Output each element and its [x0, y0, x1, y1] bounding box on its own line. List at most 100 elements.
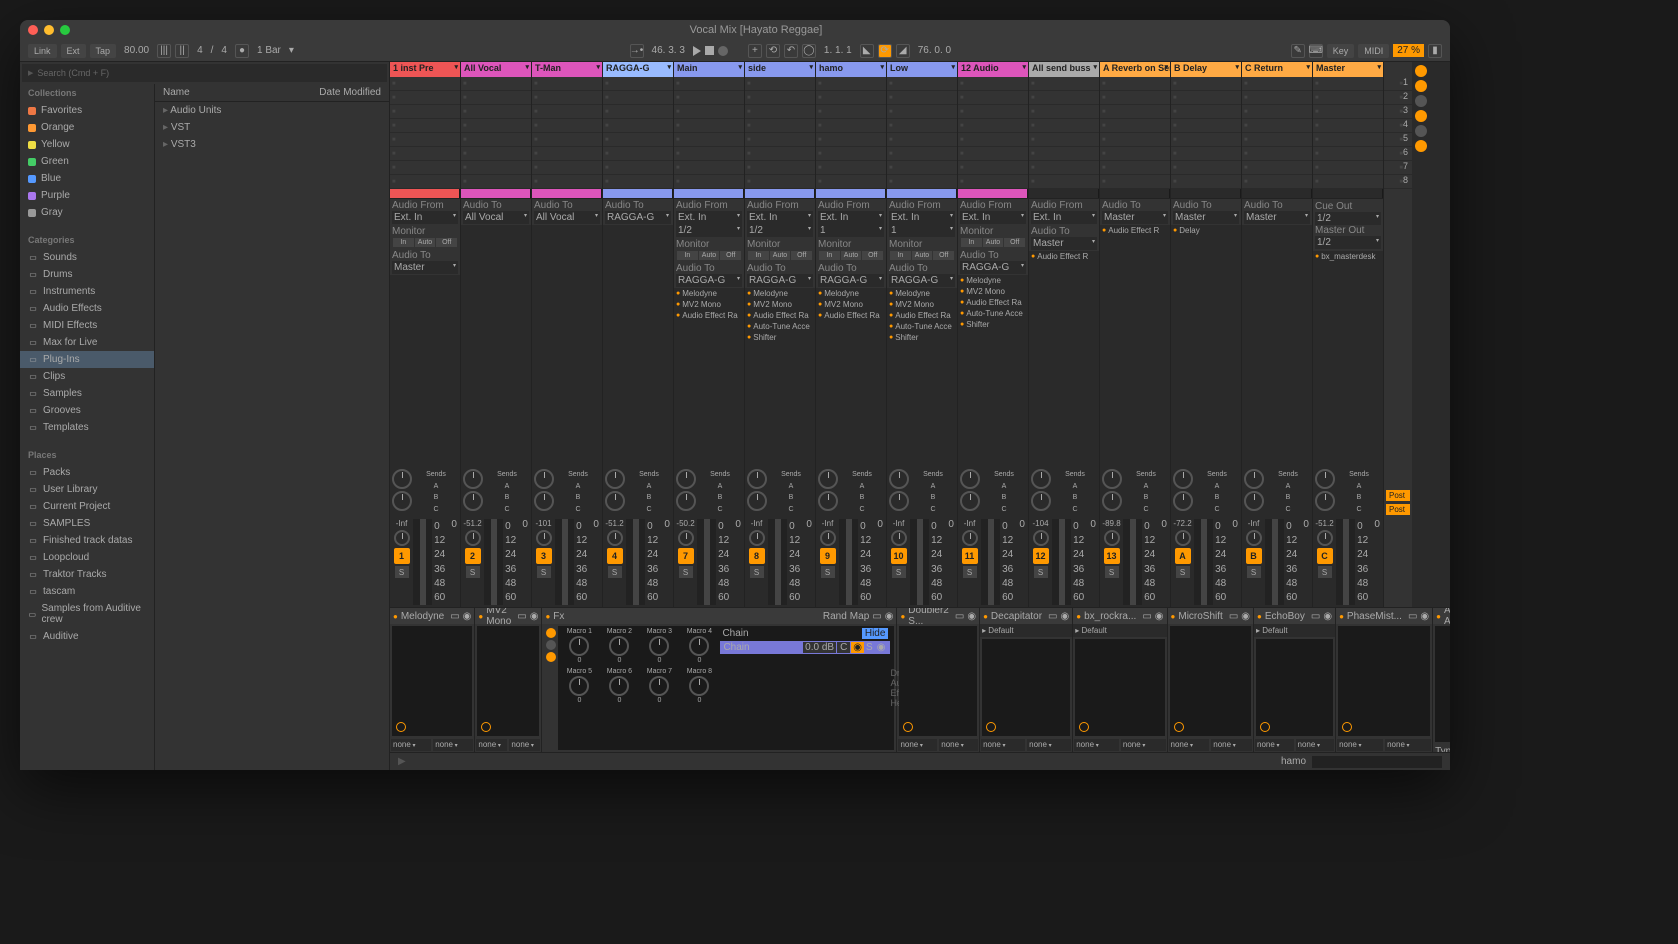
- device-hotswap-icon[interactable]: ◉: [1241, 611, 1250, 622]
- device-entry[interactable]: Delay: [1171, 225, 1241, 236]
- punch-in-icon[interactable]: ◣: [860, 44, 874, 58]
- clip-slot[interactable]: [816, 133, 886, 147]
- send-knob-a[interactable]: [818, 469, 838, 489]
- device-hotswap-icon[interactable]: ◉: [463, 611, 472, 622]
- send-knob-c[interactable]: [818, 491, 838, 511]
- clip-slot[interactable]: [958, 161, 1028, 175]
- clip-slot[interactable]: [603, 105, 673, 119]
- pan-knob[interactable]: [394, 530, 410, 546]
- device-route-select[interactable]: none: [391, 739, 431, 751]
- device-save-icon[interactable]: ▭: [1048, 611, 1057, 622]
- clip-slot[interactable]: [1100, 161, 1170, 175]
- send-knob-a[interactable]: [392, 469, 412, 489]
- clip-stop-row[interactable]: [745, 189, 815, 198]
- clip-slot[interactable]: [390, 91, 460, 105]
- device-hotswap-icon[interactable]: ◉: [885, 611, 894, 622]
- device-route-select[interactable]: none: [1337, 739, 1383, 751]
- clip-slot[interactable]: [958, 105, 1028, 119]
- audio-to-select[interactable]: Master: [392, 261, 458, 274]
- clip-slot[interactable]: [1242, 147, 1312, 161]
- clip-slot[interactable]: [1313, 147, 1383, 161]
- category-instruments[interactable]: ▭Instruments: [20, 283, 154, 300]
- clip-slot[interactable]: [674, 161, 744, 175]
- volume-value[interactable]: -104: [1033, 519, 1049, 528]
- device-entry[interactable]: Audio Effect Ra: [958, 297, 1028, 308]
- audio-to-select[interactable]: All Vocal: [463, 211, 529, 224]
- clip-slot[interactable]: [887, 133, 957, 147]
- device-entry[interactable]: MV2 Mono: [887, 299, 957, 310]
- device-title-bar[interactable]: bx_rockra...▭◉: [1073, 608, 1166, 624]
- punch-out-icon[interactable]: ◢: [896, 44, 910, 58]
- clip-slot[interactable]: [1100, 147, 1170, 161]
- monitor-auto-button[interactable]: Auto: [912, 251, 933, 260]
- place-item[interactable]: ▭Auditive: [20, 628, 154, 645]
- clip-stop-row[interactable]: [390, 189, 460, 198]
- send-knob-c[interactable]: [1031, 491, 1051, 511]
- overload-icon[interactable]: ▮: [1428, 44, 1442, 58]
- device-body[interactable]: Macro 10Macro 20Macro 30Macro 40Macro 50…: [544, 626, 894, 750]
- draw-mode-icon[interactable]: ✎: [1291, 44, 1305, 58]
- send-knob-a[interactable]: [1173, 469, 1193, 489]
- place-item[interactable]: ▭Packs: [20, 464, 154, 481]
- clip-slot[interactable]: [1313, 119, 1383, 133]
- volume-value[interactable]: -89.8: [1102, 519, 1120, 528]
- clip-slot[interactable]: [603, 147, 673, 161]
- send-knob-c[interactable]: [1315, 491, 1335, 511]
- clip-slot[interactable]: [816, 119, 886, 133]
- audio-to-select[interactable]: RAGGA-G: [818, 274, 884, 287]
- send-knob-c[interactable]: [889, 491, 909, 511]
- clip-slot[interactable]: [674, 91, 744, 105]
- volume-fader[interactable]: [768, 519, 787, 605]
- overdub-icon[interactable]: +: [748, 44, 762, 58]
- pan-knob[interactable]: [891, 530, 907, 546]
- volume-value[interactable]: -Inf: [1248, 519, 1260, 528]
- preset-name[interactable]: ▸ Default: [1073, 624, 1166, 637]
- date-column-header[interactable]: Date Modified: [319, 87, 381, 98]
- scene-launch-button[interactable]: 6: [1384, 147, 1412, 161]
- link-button[interactable]: Link: [28, 44, 57, 58]
- track-activator-button[interactable]: A: [1175, 548, 1191, 564]
- map-button[interactable]: Map: [850, 611, 869, 622]
- track-header[interactable]: side: [745, 62, 815, 77]
- clip-slot[interactable]: [674, 77, 744, 91]
- clip-slot[interactable]: [1100, 119, 1170, 133]
- pan-knob[interactable]: [1033, 530, 1049, 546]
- solo-button[interactable]: S: [679, 566, 693, 578]
- category-sounds[interactable]: ▭Sounds: [20, 249, 154, 266]
- audio-to-select[interactable]: RAGGA-G: [960, 261, 1026, 274]
- place-item[interactable]: ▭Samples from Auditive crew: [20, 600, 154, 628]
- device-entry[interactable]: bx_masterdesk: [1313, 251, 1383, 262]
- clip-slot[interactable]: [532, 147, 602, 161]
- volume-fader[interactable]: [555, 519, 574, 605]
- pan-knob[interactable]: [1175, 530, 1191, 546]
- monitor-auto-button[interactable]: Auto: [699, 251, 720, 260]
- send-knob-a[interactable]: [676, 469, 696, 489]
- input-channel-select[interactable]: 1: [818, 224, 884, 237]
- volume-value[interactable]: -Inf: [396, 519, 408, 528]
- device-title-bar[interactable]: Doubler2 S...▭◉: [897, 608, 979, 624]
- clip-slot[interactable]: [816, 77, 886, 91]
- arrangement-position[interactable]: 46. 3. 3: [648, 43, 689, 58]
- device-entry[interactable]: Audio Effect Ra: [887, 310, 957, 321]
- device-body[interactable]: [982, 639, 1070, 736]
- post-button[interactable]: Post: [1386, 504, 1410, 515]
- capture-icon[interactable]: ◯: [802, 44, 816, 58]
- send-knob-a[interactable]: [889, 469, 909, 489]
- preset-name[interactable]: ▸ Default: [980, 624, 1072, 637]
- send-knob-c[interactable]: [1102, 491, 1122, 511]
- device-hotswap-icon[interactable]: ◉: [1061, 611, 1070, 622]
- clip-slot[interactable]: [958, 133, 1028, 147]
- device-save-icon[interactable]: ▭: [955, 611, 964, 622]
- track-header[interactable]: RAGGA-G: [603, 62, 673, 77]
- collection-blue[interactable]: Blue: [20, 170, 154, 187]
- record-icon[interactable]: [718, 46, 728, 56]
- solo-button[interactable]: S: [1105, 566, 1119, 578]
- clip-slot[interactable]: [816, 175, 886, 189]
- category-audio-effects[interactable]: ▭Audio Effects: [20, 300, 154, 317]
- device-route-select[interactable]: none: [433, 739, 473, 751]
- rack-device-icon[interactable]: [546, 652, 556, 662]
- device-hotswap-icon[interactable]: ◉: [1155, 611, 1164, 622]
- pan-knob[interactable]: [820, 530, 836, 546]
- device-title-bar[interactable]: Decapitator▭◉: [980, 608, 1072, 624]
- clip-slot[interactable]: [745, 147, 815, 161]
